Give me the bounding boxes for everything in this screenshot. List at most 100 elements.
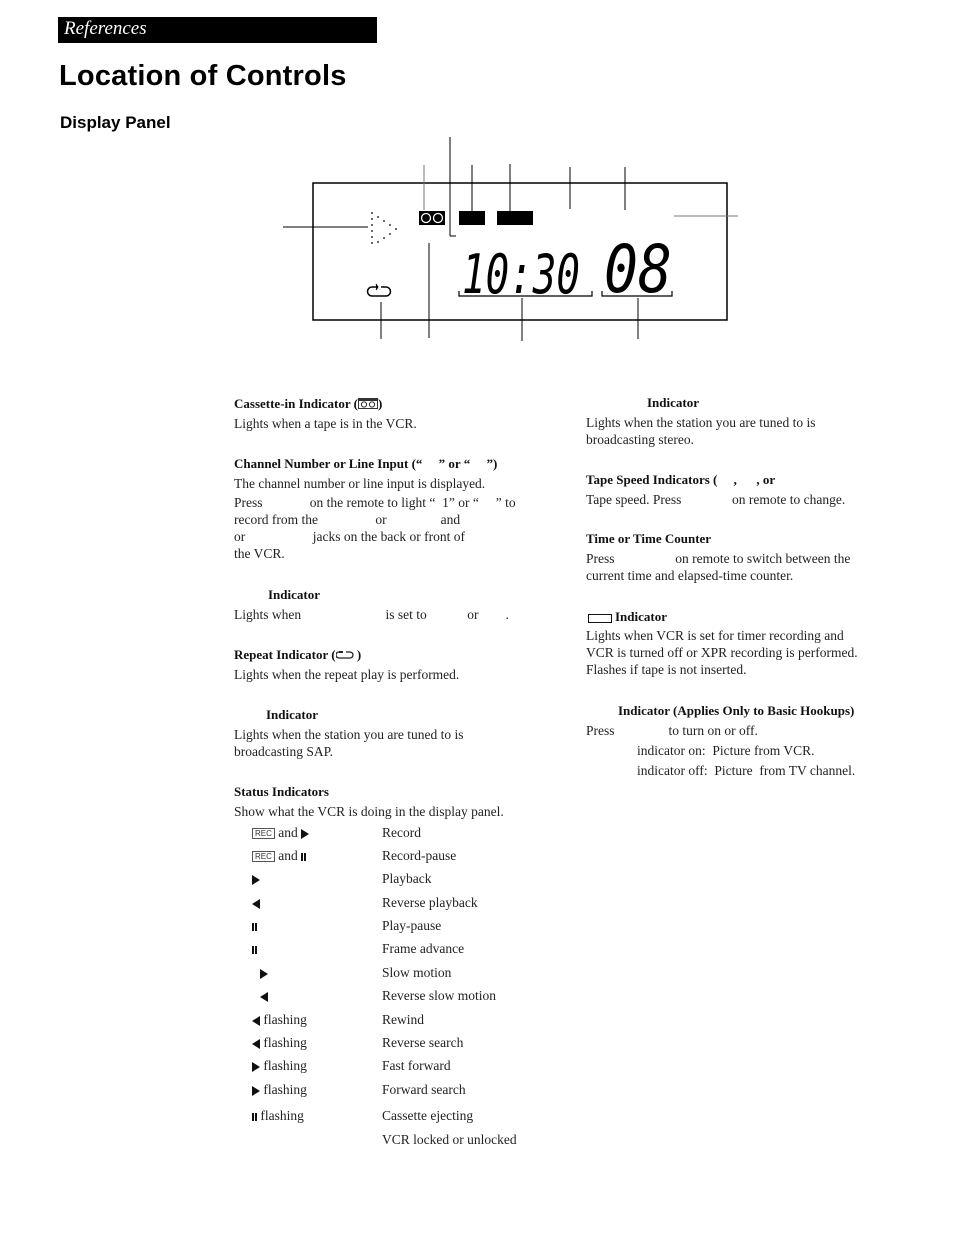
pause-icon [252, 922, 257, 931]
timer-line: Lights when VCR is set for timer recordi… [586, 628, 844, 643]
repeat-icon [366, 283, 392, 297]
status-section: Status Indicators Show what the VCR is d… [234, 783, 504, 820]
status-symbol: REC and [252, 848, 382, 864]
pause-icon [301, 852, 307, 861]
reverse-icon [252, 1015, 260, 1026]
time-display: 10:30 [462, 243, 580, 306]
status-meaning: Reverse playback [382, 895, 478, 910]
status-title: Status Indicators [234, 784, 329, 799]
timer-title: Indicator [615, 609, 667, 624]
channel-line: the VCR. [234, 546, 285, 561]
status-row: Reverse slow motion [252, 988, 496, 1008]
status-row: VCR locked or unlocked [252, 1132, 517, 1152]
reverse-icon [252, 1038, 260, 1049]
timer-icon [588, 613, 612, 623]
status-row: flashing Reverse search [252, 1035, 463, 1055]
channel-title: Channel Number or Line Input (“ ” or “ ”… [234, 456, 498, 471]
rec-icon: REC [252, 851, 275, 863]
status-symbol-label: flashing [260, 1058, 307, 1073]
sap-section: Indicator Lights when the station you ar… [234, 706, 463, 760]
timer-section: Indicator Lights when VCR is set for tim… [586, 608, 858, 678]
status-symbol-label: and [274, 848, 302, 863]
sap-line: broadcasting SAP. [234, 744, 333, 759]
status-meaning: Frame advance [382, 941, 465, 956]
status-row: Slow motion [252, 965, 451, 985]
status-row: flashing Fast forward [252, 1058, 451, 1078]
rec-icon: REC [252, 828, 275, 840]
channel-line: Press on the remote to light “ 1” or “ ”… [234, 495, 516, 510]
status-row: flashing Forward search [252, 1082, 466, 1102]
repeat-small-icon [335, 651, 354, 659]
play-icon [252, 1061, 260, 1072]
status-symbol: flashing [252, 1108, 382, 1124]
stereo-title: Indicator [647, 395, 699, 410]
tape-speed-title: Tape Speed Indicators ( , , or [586, 472, 776, 487]
status-body: Show what the VCR is doing in the displa… [234, 804, 504, 819]
status-meaning: VCR locked or unlocked [382, 1132, 517, 1147]
status-row: Frame advance [252, 941, 464, 961]
time-title: Time or Time Counter [586, 531, 712, 546]
channel-line: record from the or and [234, 512, 461, 527]
status-symbol [252, 918, 382, 934]
status-row: Reverse playback [252, 895, 478, 915]
status-symbol: REC and [252, 825, 382, 841]
channel-section: Channel Number or Line Input (“ ” or “ ”… [234, 455, 516, 562]
play-icon [252, 1085, 260, 1096]
status-table: REC and Record REC and Record-pause Playba… [252, 825, 572, 1155]
status-symbol [252, 871, 382, 887]
repeat-body: Lights when the repeat play is performed… [234, 667, 460, 682]
stereo-section: Indicator Lights when the station you ar… [586, 394, 815, 448]
status-symbol: flashing [252, 1012, 382, 1028]
sap-title: Indicator [266, 707, 318, 722]
status-meaning: Reverse slow motion [382, 988, 496, 1003]
status-row: flashing Cassette ejecting [252, 1108, 473, 1128]
vcr-tv-section: Indicator (Applies Only to Basic Hookups… [586, 702, 855, 779]
status-meaning: Playback [382, 871, 432, 886]
pause-icon [252, 945, 257, 954]
time-line: current time and elapsed-time counter. [586, 568, 794, 583]
status-symbol [252, 895, 382, 911]
dotted-play-triangle-icon [371, 212, 397, 244]
reverse-icon [252, 898, 260, 909]
status-meaning: Record-pause [382, 848, 457, 863]
timer-line: Flashes if tape is not inserted. [586, 662, 747, 677]
indicator-a-section: Indicator Lights when is set to or . [234, 586, 509, 623]
status-symbol-label: flashing [260, 1082, 307, 1097]
status-symbol-label: flashing [260, 1035, 307, 1050]
status-row: Playback [252, 871, 432, 891]
tape-speed-body: Tape speed. Press on remote to change. [586, 492, 846, 507]
stereo-line: Lights when the station you are tuned to… [586, 415, 816, 430]
status-row: REC and Record [252, 825, 421, 845]
cassette-icon [419, 211, 445, 225]
status-meaning: Forward search [382, 1082, 466, 1097]
reverse-icon [260, 991, 268, 1002]
status-symbol: flashing [252, 1082, 382, 1098]
repeat-section: Repeat Indicator ( ) Lights when the rep… [234, 647, 460, 682]
play-icon [260, 968, 268, 979]
cassette-body: Lights when a tape is in the VCR. [234, 416, 417, 431]
status-row: Play-pause [252, 918, 441, 938]
time-section: Time or Time Counter Press on remote to … [586, 530, 850, 584]
cassette-small-icon [357, 398, 378, 409]
status-meaning: Reverse search [382, 1035, 464, 1050]
status-symbol-label: and [274, 825, 302, 840]
status-meaning: Record [382, 825, 421, 840]
status-meaning: Cassette ejecting [382, 1108, 474, 1123]
timer-line: VCR is turned off or XPR recording is pe… [586, 645, 858, 660]
play-icon [252, 874, 260, 885]
indicator-block-2 [497, 211, 533, 225]
indicator-block-1 [459, 211, 485, 225]
indicator-a-title: Indicator [268, 587, 320, 602]
status-meaning: Slow motion [382, 965, 452, 980]
status-symbol-label: flashing [257, 1108, 304, 1123]
status-row: flashing Rewind [252, 1012, 424, 1032]
status-row: REC and Record-pause [252, 848, 456, 868]
stereo-line: broadcasting stereo. [586, 432, 694, 447]
status-symbol [252, 965, 382, 981]
channel-line: The channel number or line input is disp… [234, 476, 486, 491]
display-panel-diagram: 10:30 08 [283, 137, 738, 341]
channel-line: or jacks on the back or front of [234, 529, 465, 544]
cassette-indicator-section: Cassette-in Indicator () Lights when a t… [234, 396, 417, 431]
status-symbol-label: flashing [260, 1012, 307, 1027]
status-symbol [252, 941, 382, 957]
